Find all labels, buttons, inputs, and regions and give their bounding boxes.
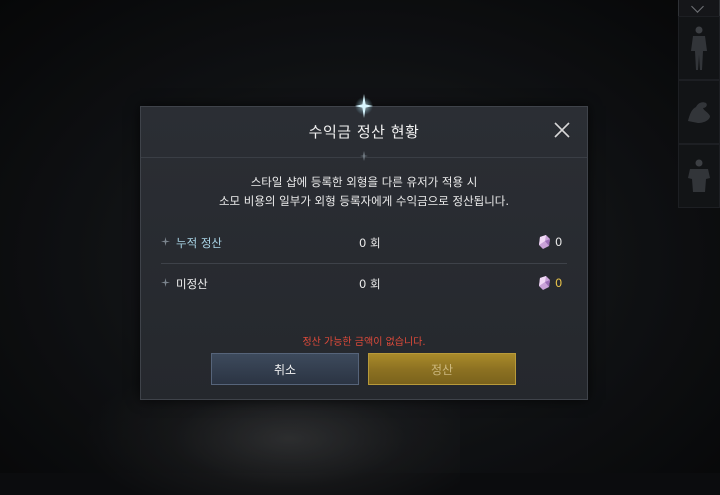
bullet-star-icon — [161, 237, 170, 246]
description-line-2: 소모 비용의 일부가 외형 등록자에게 수익금으로 정산됩니다. — [218, 194, 510, 208]
bullet-star-icon — [161, 278, 170, 287]
cumulative-settlement-amount: 0 — [555, 235, 563, 249]
no-settleable-amount-warning: 정산 가능한 금액이 없습니다. — [302, 337, 426, 348]
settle-button[interactable]: 정산 — [368, 353, 516, 385]
description-line-1: 스타일 샵에 등록한 외형을 다른 유저가 적용 시 — [250, 175, 478, 189]
dialog-title: 수익금 정산 현황 — [308, 123, 420, 141]
close-button[interactable] — [551, 119, 573, 141]
unsettled-count: 0 회 — [359, 277, 381, 291]
cumulative-settlement-label: 누적 정산 — [176, 236, 222, 250]
cumulative-settlement-count: 0 회 — [359, 236, 381, 250]
crystal-currency-icon — [539, 235, 550, 249]
unsettled-label: 미정산 — [176, 277, 208, 291]
cumulative-settlement-row: 누적 정산 0 회 0 — [161, 223, 567, 264]
unsettled-amount: 0 — [555, 276, 563, 290]
crystal-currency-icon — [539, 276, 550, 290]
cancel-button[interactable]: 취소 — [211, 353, 359, 385]
divider-ornament-icon — [360, 151, 368, 161]
revenue-settlement-dialog: 수익금 정산 현황 스타일 샵에 등록한 외형을 다른 유저가 적용 시 소모 … — [140, 94, 588, 400]
dialog-description: 스타일 샵에 등록한 외형을 다른 유저가 적용 시 소모 비용의 일부가 외형… — [141, 173, 587, 211]
unsettled-row: 미정산 0 회 0 — [161, 264, 567, 304]
close-icon — [554, 122, 570, 138]
